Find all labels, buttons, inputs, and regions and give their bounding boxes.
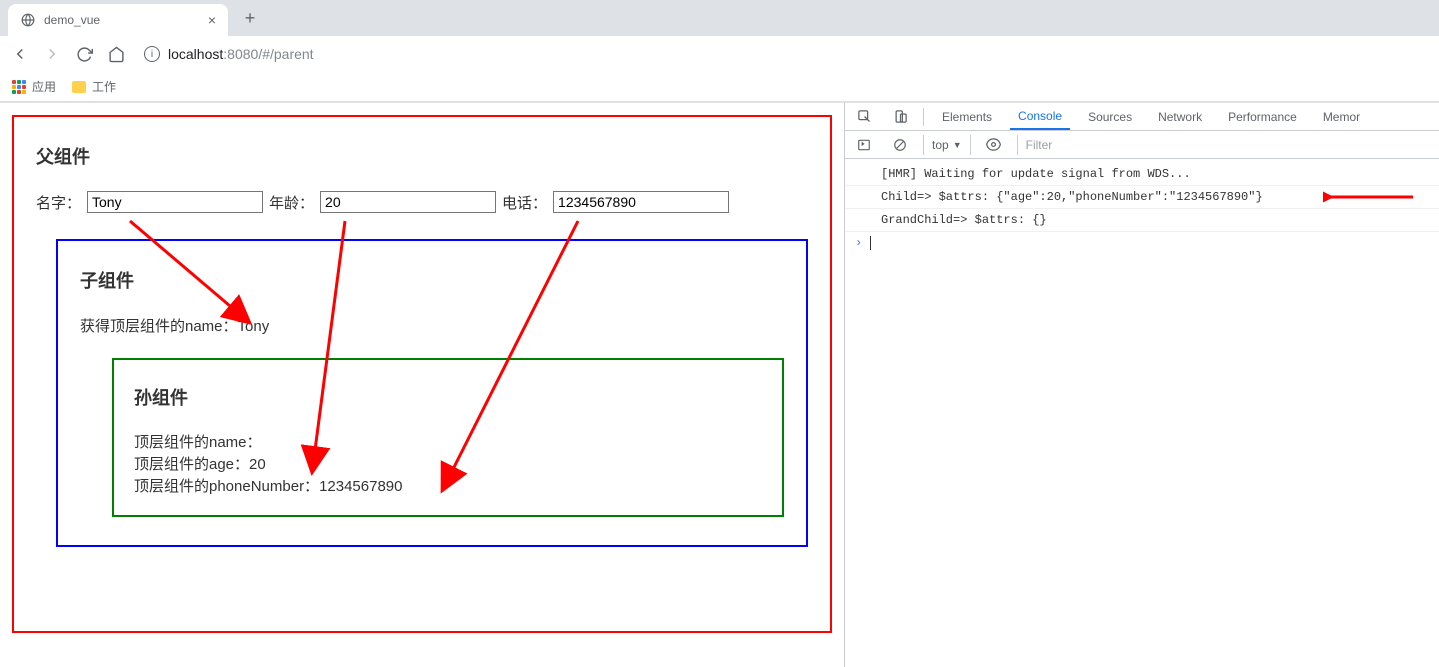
url-text: localhost:8080/#/parent [168, 46, 314, 62]
browser-chrome: demo_vue × + i localhost:8080/#/parent [0, 0, 1439, 103]
parent-component-box: 父组件 名字： 年龄： 电话： 子组件 获得顶层组件的name：Tony 孙组件 [12, 115, 832, 633]
name-label: 名字： [36, 192, 81, 213]
grand-age-line: 顶层组件的age：20 [134, 454, 762, 476]
name-input[interactable] [87, 191, 263, 213]
tab-memory[interactable]: Memor [1315, 103, 1368, 130]
age-input[interactable] [320, 191, 496, 213]
apps-shortcut[interactable]: 应用 [12, 78, 56, 95]
console-line: Child=> $attrs: {"age":20,"phoneNumber":… [845, 186, 1439, 209]
page-pane: 父组件 名字： 年龄： 电话： 子组件 获得顶层组件的name：Tony 孙组件 [0, 103, 844, 667]
home-button[interactable] [106, 44, 126, 64]
apps-icon [12, 80, 26, 94]
context-selector[interactable]: top ▼ [923, 135, 971, 155]
console-line: [HMR] Waiting for update signal from WDS… [845, 163, 1439, 186]
age-label: 年龄： [269, 192, 314, 213]
child-component-box: 子组件 获得顶层组件的name：Tony 孙组件 顶层组件的name： 顶层组件… [56, 239, 808, 547]
reload-button[interactable] [74, 44, 94, 64]
grand-name-line: 顶层组件的name： [134, 432, 762, 454]
tab-elements[interactable]: Elements [934, 103, 1000, 130]
close-tab-icon[interactable]: × [208, 12, 216, 28]
tab-bar: demo_vue × + [0, 0, 1439, 36]
devtools-tabs: Elements Console Sources Network Perform… [845, 103, 1439, 131]
devtools-panel: Elements Console Sources Network Perform… [844, 103, 1439, 667]
site-info-icon[interactable]: i [144, 46, 160, 62]
phone-input[interactable] [553, 191, 729, 213]
console-body: [HMR] Waiting for update signal from WDS… [845, 159, 1439, 258]
parent-title: 父组件 [36, 143, 808, 169]
live-expression-icon[interactable] [981, 132, 1007, 158]
globe-icon [20, 12, 36, 28]
grandchild-component-box: 孙组件 顶层组件的name： 顶层组件的age：20 顶层组件的phoneNum… [112, 358, 784, 517]
address-bar[interactable]: i localhost:8080/#/parent [138, 46, 314, 62]
grand-title: 孙组件 [134, 384, 762, 410]
child-text: 获得顶层组件的name：Tony [80, 315, 784, 336]
grand-phone-line: 顶层组件的phoneNumber：1234567890 [134, 476, 762, 498]
new-tab-button[interactable]: + [236, 4, 264, 32]
tab-title: demo_vue [44, 13, 100, 27]
phone-label: 电话： [502, 192, 547, 213]
bookmark-folder[interactable]: 工作 [72, 78, 116, 95]
tab-performance[interactable]: Performance [1220, 103, 1305, 130]
device-toggle-icon[interactable] [887, 104, 913, 130]
sidebar-toggle-icon[interactable] [851, 132, 877, 158]
tab-sources[interactable]: Sources [1080, 103, 1140, 130]
console-line: GrandChild=> $attrs: {} [845, 209, 1439, 232]
form-row: 名字： 年龄： 电话： [36, 191, 808, 213]
console-toolbar: top ▼ [845, 131, 1439, 159]
browser-toolbar: i localhost:8080/#/parent [0, 36, 1439, 72]
clear-console-icon[interactable] [887, 132, 913, 158]
tab-console[interactable]: Console [1010, 103, 1070, 130]
bookmarks-bar: 应用 工作 [0, 72, 1439, 102]
folder-icon [72, 81, 86, 93]
back-button[interactable] [10, 44, 30, 64]
inspect-icon[interactable] [851, 104, 877, 130]
forward-button[interactable] [42, 44, 62, 64]
console-prompt[interactable]: › [845, 232, 1439, 254]
child-title: 子组件 [80, 267, 784, 293]
browser-tab[interactable]: demo_vue × [8, 4, 228, 36]
console-filter-input[interactable] [1017, 135, 1433, 155]
tab-network[interactable]: Network [1150, 103, 1210, 130]
main-area: 父组件 名字： 年龄： 电话： 子组件 获得顶层组件的name：Tony 孙组件 [0, 103, 1439, 667]
